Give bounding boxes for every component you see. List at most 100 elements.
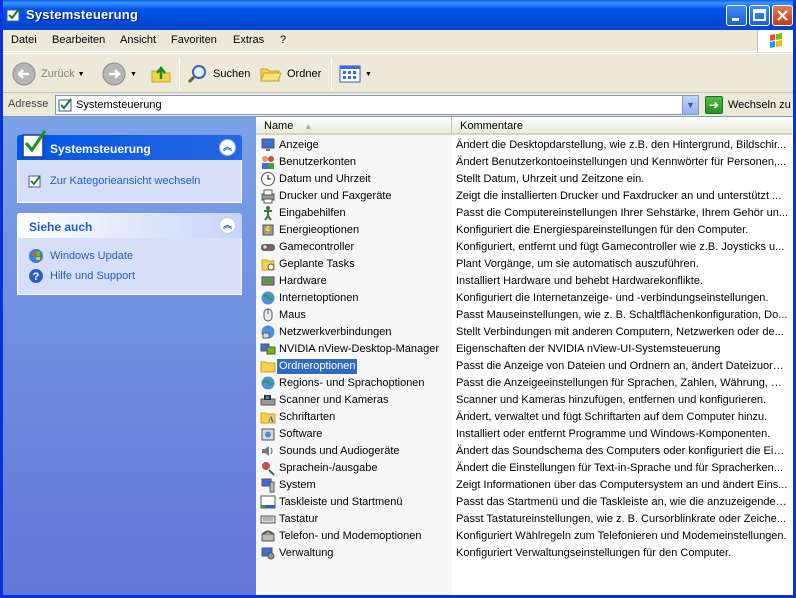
up-folder-button[interactable]	[149, 60, 173, 88]
address-value: Systemsteuerung	[76, 99, 162, 111]
item-name: Hardware	[279, 275, 327, 287]
accessibility-icon	[264, 206, 272, 221]
item-name: Regions- und Sprachoptionen	[279, 377, 425, 389]
window-title: Systemsteuerung	[26, 7, 139, 22]
nview-icon	[260, 343, 276, 355]
list-item[interactable]: Taskleiste und Startmenü Passt das Startm…	[256, 494, 793, 511]
menu-ansicht[interactable]: Ansicht	[120, 34, 156, 46]
list-item[interactable]: Tastatur Passt Tastatureinstellungen, wie…	[256, 511, 793, 528]
item-comment: Konfiguriert die Energiespareinstellunge…	[456, 224, 749, 236]
tasks-icon	[261, 259, 275, 271]
section-title: Siehe auch	[29, 220, 93, 234]
printer-icon	[261, 189, 275, 204]
list-item[interactable]: Verwaltung Konfiguriert Verwaltungseinste…	[256, 545, 793, 562]
list-item[interactable]: Sprachein-/ausgabe Ändert die Einstellung…	[256, 460, 793, 477]
item-name: Maus	[279, 309, 306, 321]
maximize-button[interactable]	[749, 5, 770, 26]
switch-category-view-link[interactable]: Zur Kategorieansicht wechseln	[28, 168, 231, 194]
list-item[interactable]: Maus Passt Mauseinstellungen, wie z. B. S…	[256, 307, 793, 324]
folder-icon	[260, 361, 276, 373]
list-item[interactable]: Geplante Tasks Plant Vorgänge, um sie aut…	[256, 256, 793, 273]
list-item[interactable]: Benutzerkonten Ändert Benutzerkontoeinste…	[256, 154, 793, 171]
link-label: Hilfe und Support	[50, 270, 135, 282]
help-icon: ?	[29, 269, 43, 283]
control-panel-icon	[22, 130, 47, 158]
list-item[interactable]: Drucker und Faxgeräte Zeigt die installie…	[256, 188, 793, 205]
search-button[interactable]: Suchen	[185, 60, 250, 88]
list-item[interactable]: Datum und Uhrzeit Stellt Datum, Uhrzeit u…	[256, 171, 793, 188]
see-also-header[interactable]: Siehe auch ︽	[17, 213, 242, 238]
list-item[interactable]: Energieoptionen Konfiguriert die Energies…	[256, 222, 793, 239]
item-comment: Ändert die Desktopdarstellung, wie z.B. …	[456, 139, 787, 151]
collapse-chevron-icon[interactable]: ︽	[219, 139, 236, 156]
item-name: Tastatur	[279, 513, 319, 525]
section-title: Systemsteuerung	[50, 142, 151, 156]
folders-button[interactable]: Ordner	[259, 60, 321, 88]
item-comment: Plant Vorgänge, um sie automatisch auszu…	[456, 258, 699, 270]
item-comment: Konfiguriert die Internetanzeige- und -v…	[456, 292, 769, 304]
menu-extras[interactable]: Extras	[233, 34, 264, 46]
list-view: Name ▲ Kommentare Anzeige Ändert die Desk…	[256, 117, 793, 595]
svg-text:?: ?	[33, 271, 40, 283]
go-button[interactable]: ➔ Wechseln zu	[705, 95, 791, 115]
list-item[interactable]: Anzeige Ändert die Desktopdarstellung, wi…	[256, 137, 793, 154]
forward-dropdown-icon[interactable]: ▼	[130, 71, 137, 78]
column-label: Name	[264, 120, 294, 132]
windows-flag-icon	[770, 33, 782, 48]
menu-datei[interactable]: Datei	[11, 34, 37, 46]
address-input[interactable]: Systemsteuerung ▼	[55, 95, 699, 115]
item-comment: Passt Mauseinstellungen, wie z. B. Schal…	[456, 309, 788, 321]
list-item[interactable]: NVIDIA nView-Desktop-Manager Eigenschafte…	[256, 341, 793, 358]
item-comment: Installiert oder entfernt Programme und …	[456, 428, 771, 440]
list-item[interactable]: Gamecontroller Konfiguriert, entfernt und…	[256, 239, 793, 256]
minimize-button[interactable]	[726, 5, 747, 26]
collapse-chevron-icon[interactable]: ︽	[219, 217, 236, 234]
address-dropdown-icon[interactable]: ▼	[682, 96, 698, 114]
list-item[interactable]: Scanner und Kameras Scanner und Kameras h…	[256, 392, 793, 409]
views-dropdown-icon[interactable]: ▼	[365, 71, 372, 78]
item-comment: Ändert die Einstellungen für Text-in-Spr…	[456, 462, 783, 474]
windows-update-icon	[29, 249, 43, 263]
power-icon	[262, 224, 274, 236]
back-dropdown-icon[interactable]: ▼	[78, 71, 85, 78]
menu-bearbeiten[interactable]: Bearbeiten	[52, 34, 105, 46]
back-button[interactable]: Zurück ▼	[11, 60, 85, 88]
list-item[interactable]: Software Installiert oder entfernt Progra…	[256, 426, 793, 443]
go-label: Wechseln zu	[728, 99, 791, 111]
title-bar[interactable]: Systemsteuerung	[3, 0, 793, 30]
list-item[interactable]: A Schriftarten Ändert, verwaltet und fügt …	[256, 409, 793, 426]
item-name: Sprachein-/ausgabe	[279, 462, 378, 474]
item-name: Benutzerkonten	[279, 156, 357, 168]
close-button[interactable]	[772, 5, 793, 26]
item-comment: Konfiguriert, entfernt und fügt Gamecont…	[456, 241, 785, 253]
help-support-link[interactable]: ? Hilfe und Support	[28, 266, 231, 286]
list-item[interactable]: Hardware Installiert Hardware und behebt …	[256, 273, 793, 290]
list-item[interactable]: Internetoptionen Konfiguriert die Interne…	[256, 290, 793, 307]
views-button[interactable]: ▼	[338, 60, 372, 88]
region-icon	[261, 376, 275, 390]
list-item[interactable]: Sounds und Audiogeräte Ändert das Soundsc…	[256, 443, 793, 460]
search-icon	[187, 65, 206, 84]
column-header-comment[interactable]: Kommentare	[452, 117, 793, 135]
list-item[interactable]: Telefon- und Modemoptionen Konfiguriert W…	[256, 528, 793, 545]
menu-favoriten[interactable]: Favoriten	[171, 34, 217, 46]
list-item[interactable]: Eingabehilfen Passt die Computereinstellu…	[256, 205, 793, 222]
item-comment: Passt das Startmenü und die Taskleiste a…	[456, 496, 788, 508]
close-icon	[777, 10, 788, 21]
users-icon	[262, 156, 274, 169]
item-name: Schriftarten	[279, 411, 336, 423]
menu-help[interactable]: ?	[280, 34, 286, 46]
item-comment: Zeigt die installierten Drucker und Faxd…	[456, 190, 782, 202]
list-item[interactable]: System Zeigt Informationen über das Compu…	[256, 477, 793, 494]
list-item[interactable]: Regions- und Sprachoptionen Passt die Anz…	[256, 375, 793, 392]
forward-button[interactable]: ▼	[101, 60, 137, 88]
item-name: Netzwerkverbindungen	[279, 326, 392, 338]
list-item[interactable]: Netzwerkverbindungen Stellt Verbindungen …	[256, 324, 793, 341]
phone-icon	[261, 530, 275, 542]
list-item[interactable]: Ordneroptionen Passt die Anzeige von Date…	[256, 358, 793, 375]
back-label: Zurück	[41, 68, 75, 80]
windows-update-link[interactable]: Windows Update	[28, 246, 231, 266]
admin-icon	[261, 547, 275, 560]
column-header-name[interactable]: Name ▲	[256, 117, 452, 135]
control-panel-section-header[interactable]: Systemsteuerung ︽	[17, 130, 242, 160]
